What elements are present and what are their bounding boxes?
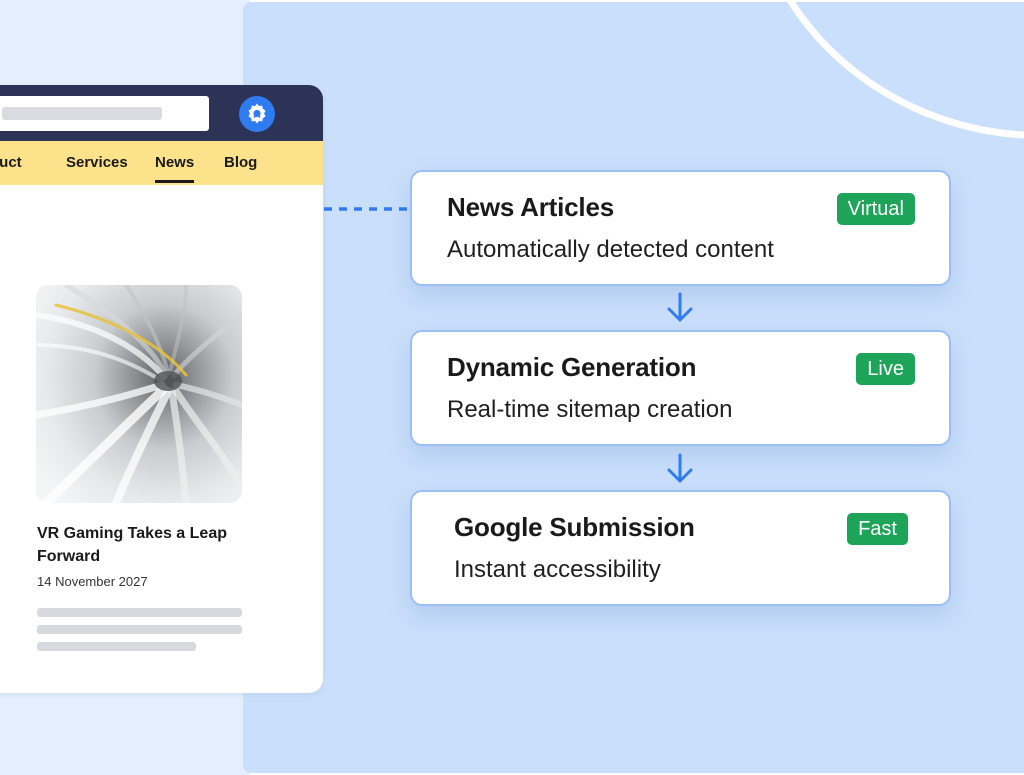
arrow-down-icon [667,292,693,322]
step-title: Google Submission [454,512,695,542]
arrow-down-icon [667,453,693,483]
article-title[interactable]: VR Gaming Takes a Leap Forward [37,522,237,568]
step-title: News Articles [447,192,614,222]
tunnel-image [36,285,242,503]
nav-item-product[interactable]: duct [0,141,22,185]
status-badge: Fast [847,513,908,545]
step-title: Dynamic Generation [447,352,697,382]
step-card-google-submission: Google Submission Instant accessibility … [410,490,951,606]
text-placeholder-line [37,625,242,634]
step-card-news-articles: News Articles Automatically detected con… [410,170,951,286]
settings-button[interactable] [239,96,275,132]
article-image[interactable] [36,285,242,503]
status-badge: Virtual [836,193,915,225]
search-placeholder-bar [2,107,162,120]
nav-item-blog[interactable]: Blog [224,141,257,185]
step-subtitle: Real-time sitemap creation [447,396,733,423]
step-card-dynamic-generation: Dynamic Generation Real-time sitemap cre… [410,330,951,446]
text-placeholder-line [37,608,242,617]
illustration-canvas: duct Services News Blog [0,0,1024,775]
nav-item-news[interactable]: News [155,141,195,185]
site-header [0,85,323,141]
dotted-connector [324,207,410,211]
nav-item-services[interactable]: Services [66,141,128,185]
article-date: 14 November 2027 [37,574,148,589]
site-nav: duct Services News Blog [0,141,323,185]
step-subtitle: Automatically detected content [447,236,774,263]
search-input[interactable] [0,96,209,131]
status-badge: Live [856,353,915,385]
step-subtitle: Instant accessibility [454,556,661,583]
gear-icon [248,103,266,124]
website-mockup: duct Services News Blog [0,85,323,693]
text-placeholder-line [37,642,196,651]
